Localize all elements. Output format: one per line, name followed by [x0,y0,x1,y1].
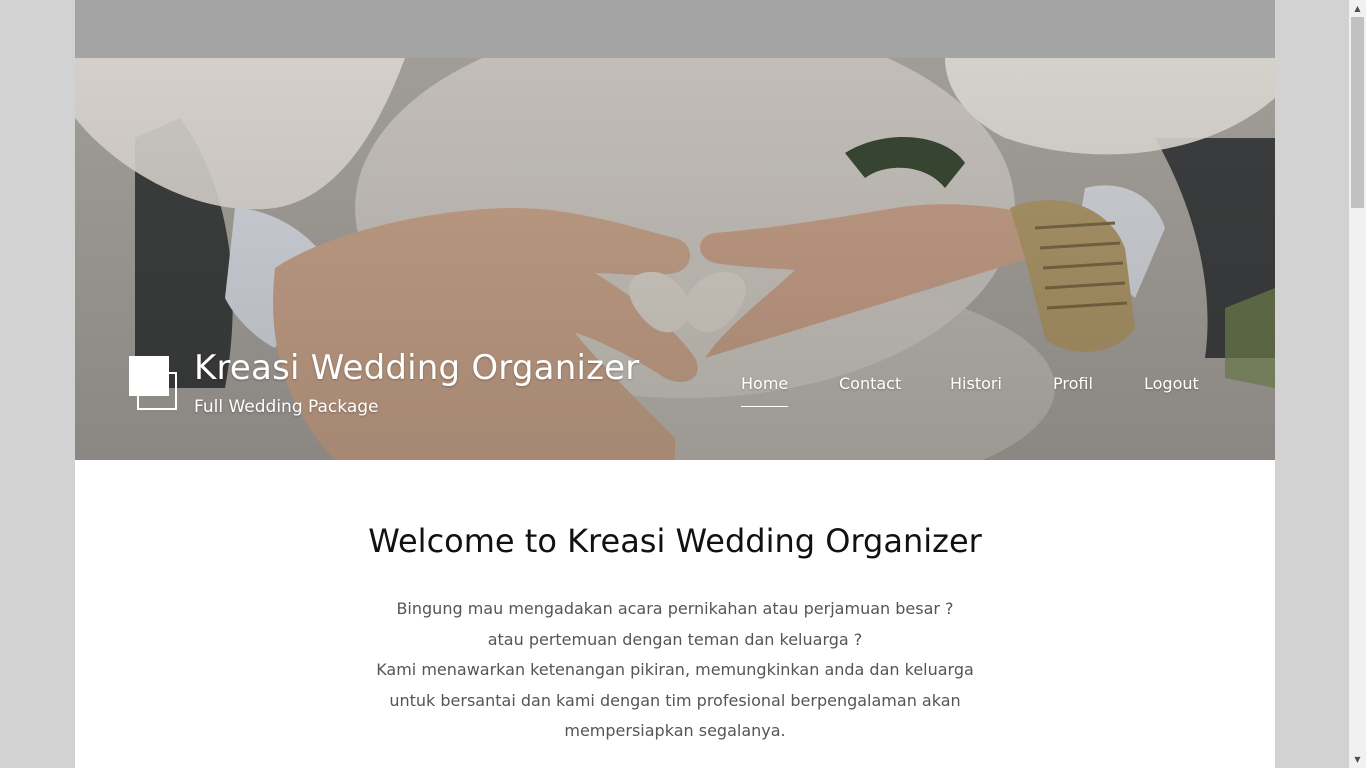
intro-line: Kami menawarkan ketenangan pikiran, memu… [376,660,974,679]
intro-paragraph: Bingung mau mengadakan acara pernikahan … [355,594,995,747]
chevron-up-icon[interactable]: ▲ [1349,0,1366,17]
nav-item-profil[interactable]: Profil [1053,374,1093,393]
intro-line: Bingung mau mengadakan acara pernikahan … [396,599,954,618]
nav-item-contact[interactable]: Contact [839,374,901,393]
nav-item-histori[interactable]: Histori [950,374,1002,393]
scrollbar-thumb[interactable] [1351,17,1364,208]
nav-item-home[interactable]: Home [741,374,789,407]
welcome-heading: Welcome to Kreasi Wedding Organizer [368,522,982,560]
welcome-section: Welcome to Kreasi Wedding Organizer Bing… [75,460,1275,768]
logo-square-filled [129,356,169,396]
intro-line: mempersiapkan segalanya. [564,721,786,740]
site-tagline: Full Wedding Package [194,397,379,417]
vertical-scrollbar[interactable]: ▲ ▼ [1349,0,1366,768]
nav-item-logout[interactable]: Logout [1144,374,1199,393]
intro-line: untuk bersantai dan kami dengan tim prof… [389,690,961,710]
intro-line: atau pertemuan dengan teman dan keluarga… [487,629,863,649]
page-container: Kreasi Wedding Organizer Full Wedding Pa… [75,0,1275,768]
hero-banner: Kreasi Wedding Organizer Full Wedding Pa… [75,58,1275,460]
site-title[interactable]: Kreasi Wedding Organizer [194,348,639,388]
overlapping-squares-logo-icon[interactable] [129,356,181,414]
chevron-down-icon[interactable]: ▼ [1349,751,1366,768]
top-bar [75,0,1275,58]
